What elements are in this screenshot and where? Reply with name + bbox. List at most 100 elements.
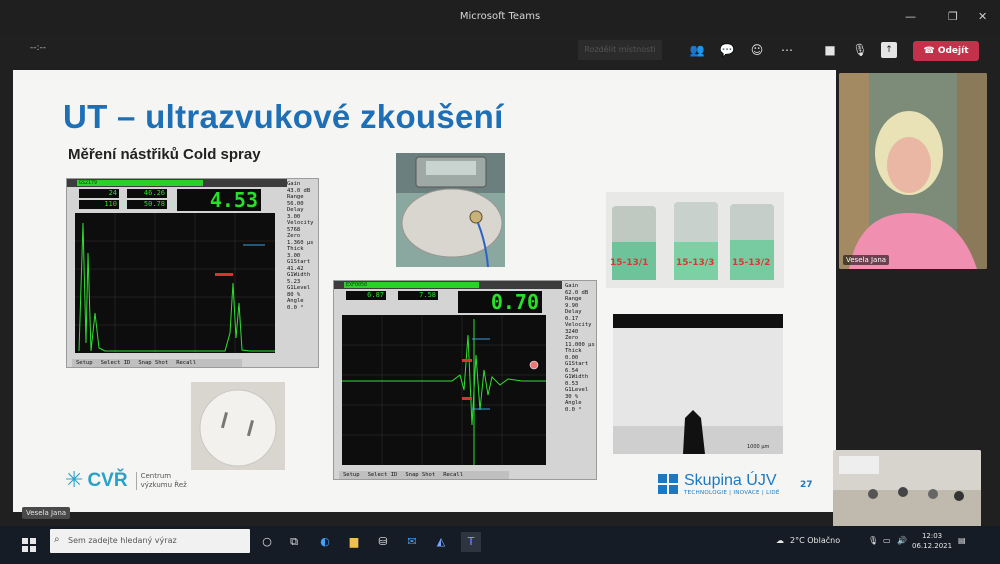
chat-icon[interactable]: 💬 bbox=[719, 42, 735, 58]
micrograph-image bbox=[613, 314, 783, 454]
restore-icon[interactable]: ❐ bbox=[948, 10, 958, 23]
scope2-topbar: EXF0050 bbox=[334, 281, 562, 289]
scope2-id: EXF0050 bbox=[344, 282, 479, 288]
scope1-params: Gain 43.0 dB Range 56.00 Delay 3.00 Velocit… bbox=[287, 181, 317, 311]
network-icon[interactable]: ▭ bbox=[883, 536, 891, 545]
cvr-logo-icon: ✳ bbox=[65, 468, 84, 493]
mic-icon[interactable]: 🎙 bbox=[852, 42, 868, 58]
scope2-param-g1level: G1Level 30 % bbox=[565, 387, 589, 400]
cvr-logo: ✳ CVŘ Centrum výzkumu Řež bbox=[65, 468, 187, 493]
scope2-param-g1width: G1Width 0.53 bbox=[565, 374, 589, 387]
task-view-icon[interactable]: ⧉ bbox=[284, 532, 304, 552]
scope1-param-range: Range 56.00 bbox=[287, 194, 304, 207]
teams-icon[interactable]: T bbox=[461, 532, 481, 552]
search-placeholder: Sem zadejte hledaný výraz bbox=[68, 536, 177, 545]
scope2-a-scan bbox=[342, 315, 546, 465]
scope2-reading: 0.70 bbox=[458, 291, 542, 313]
scope2-tab-setup: Setup bbox=[343, 472, 360, 478]
search-icon: ⌕ bbox=[54, 534, 60, 545]
scope1-tab-select: Select ID bbox=[100, 360, 131, 366]
participant-tile-classroom[interactable] bbox=[833, 450, 981, 528]
participant-tile-speaker[interactable]: Vesela Jana bbox=[839, 73, 987, 269]
scope2-tab-select: Select ID bbox=[367, 472, 398, 478]
scope2-param-gain: Gain 62.0 dB bbox=[565, 283, 589, 296]
volume-icon[interactable]: 🔊 bbox=[897, 536, 907, 545]
cvr-logo-desc: Centrum výzkumu Řež bbox=[135, 471, 187, 490]
probe-photo bbox=[396, 153, 505, 267]
weather-text[interactable]: 2°C Oblačno bbox=[790, 536, 840, 545]
ujv-logo: Skupina ÚJV TECHNOLOGIE | INOVACE | LIDÉ bbox=[658, 472, 780, 496]
app-icon[interactable]: ◭ bbox=[431, 532, 451, 552]
cvr-logo-name: CVŘ bbox=[87, 469, 128, 491]
sample-label-1: 15-13/1 bbox=[610, 258, 649, 268]
taskbar-clock[interactable]: 12:03 06.12.2021 bbox=[912, 531, 952, 551]
close-icon[interactable]: ✕ bbox=[978, 10, 987, 23]
slide-subtitle: Měření nástřiků Cold spray bbox=[68, 146, 261, 163]
scope2-param-angle: Angle 0.0 ° bbox=[565, 400, 582, 413]
flaw-detector-screen-1: GS2179 24 46.26 110 50.78 4.53 Gain 43.0… bbox=[66, 178, 319, 368]
edge-icon[interactable]: ◐ bbox=[315, 532, 335, 552]
more-icon[interactable]: ⋯ bbox=[779, 42, 795, 58]
scope2-tab-snapshot: Snap Shot bbox=[405, 472, 436, 478]
mail-icon[interactable]: ✉ bbox=[402, 532, 422, 552]
file-explorer-icon[interactable]: ▆ bbox=[344, 532, 364, 552]
scope2-param-thick: Thick 0.00 bbox=[565, 348, 582, 361]
scope1-param-delay: Delay 3.00 bbox=[287, 207, 304, 220]
coated-disk-image bbox=[199, 389, 277, 467]
share-icon[interactable]: ↑ bbox=[881, 42, 897, 58]
scope2-field-1: 6.87 bbox=[346, 291, 386, 300]
ujv-logo-tagline: TECHNOLOGIE | INOVACE | LIDÉ bbox=[684, 490, 780, 496]
scope1-reading: 4.53 bbox=[177, 189, 261, 211]
start-button[interactable] bbox=[22, 538, 36, 552]
mic-tray-icon[interactable]: 🎙 bbox=[868, 536, 878, 545]
samples-photo: 15-13/1 15-13/3 15-13/2 bbox=[606, 192, 784, 288]
slide-page-number: 27 bbox=[800, 480, 813, 490]
people-icon[interactable]: 👥 bbox=[689, 42, 705, 58]
meeting-toolbar: --:-- Rozdělit místnosti 👥 💬 ☺ ⋯ ■ 🎙 ↑ ☎… bbox=[0, 34, 1000, 66]
scope2-param-g1start: G1Start 6.54 bbox=[565, 361, 589, 374]
scope1-field-3: 110 bbox=[79, 200, 119, 209]
clock-date: 06.12.2021 bbox=[912, 542, 953, 550]
scope2-params: Gain 62.0 dB Range 9.90 Delay 0.17 Velocity… bbox=[565, 283, 595, 413]
scope1-param-g1level: G1Level 80 % bbox=[287, 285, 311, 298]
taskbar-search[interactable]: ⌕ Sem zadejte hledaný výraz bbox=[50, 529, 250, 553]
windows-taskbar: ⌕ Sem zadejte hledaný výraz ○ ⧉ ◐ ▆ ⛁ ✉ … bbox=[0, 526, 1000, 564]
scope1-id: GS2179 bbox=[77, 180, 203, 186]
leave-button[interactable]: ☎ Odejít bbox=[913, 41, 979, 61]
scope1-field-2: 46.26 bbox=[127, 189, 167, 198]
scope2-param-zero: Zero 11.000 µs bbox=[565, 335, 595, 348]
scale-bar-label: 1000 µm bbox=[747, 444, 770, 450]
sample-label-3: 15-13/2 bbox=[732, 258, 771, 268]
scope1-field-4: 50.78 bbox=[127, 200, 167, 209]
cortana-icon[interactable]: ○ bbox=[257, 532, 277, 552]
slide-title: UT – ultrazvukové zkoušení bbox=[63, 98, 504, 135]
scope1-param-g1width: G1Width 5.23 bbox=[287, 272, 311, 285]
window-title: Microsoft Teams bbox=[459, 11, 541, 22]
coated-disk-photo bbox=[191, 382, 285, 470]
classroom-video bbox=[833, 450, 981, 528]
scope2-param-delay: Delay 0.17 bbox=[565, 309, 582, 322]
camera-icon[interactable]: ■ bbox=[822, 42, 838, 58]
store-icon[interactable]: ⛁ bbox=[373, 532, 393, 552]
ujv-logo-icon bbox=[658, 474, 678, 494]
scope1-param-g1start: G1Start 41.42 bbox=[287, 259, 311, 272]
breakout-rooms-button[interactable]: Rozdělit místnosti bbox=[578, 40, 662, 60]
leave-label: Odejít bbox=[937, 46, 969, 56]
scope1-param-gain: Gain 43.0 dB bbox=[287, 181, 311, 194]
scope1-param-angle: Angle 0.0 ° bbox=[287, 298, 304, 311]
probe-photo-image bbox=[396, 153, 505, 267]
screen: Microsoft Teams — ❐ ✕ --:-- Rozdělit mís… bbox=[0, 0, 1000, 564]
flaw-detector-screen-2: EXF0050 6.87 7.58 0.70 Gain 62.0 dB Rang… bbox=[333, 280, 597, 480]
scope1-tab-setup: Setup bbox=[76, 360, 93, 366]
scope1-waveform bbox=[75, 213, 275, 353]
scope2-waveform bbox=[342, 315, 546, 465]
scope1-tabs: Setup Select ID Snap Shot Recall bbox=[72, 359, 242, 367]
weather-icon: ☁ bbox=[776, 536, 784, 545]
notification-icon[interactable]: ▤ bbox=[958, 536, 966, 545]
reactions-icon[interactable]: ☺ bbox=[749, 42, 765, 58]
minimize-icon[interactable]: — bbox=[905, 10, 916, 23]
clock-time: 12:03 bbox=[921, 532, 943, 540]
presenter-label: Vesela Jana bbox=[22, 507, 71, 519]
scope1-field-1: 24 bbox=[79, 189, 119, 198]
scope2-param-velocity: Velocity 3240 bbox=[565, 322, 592, 335]
